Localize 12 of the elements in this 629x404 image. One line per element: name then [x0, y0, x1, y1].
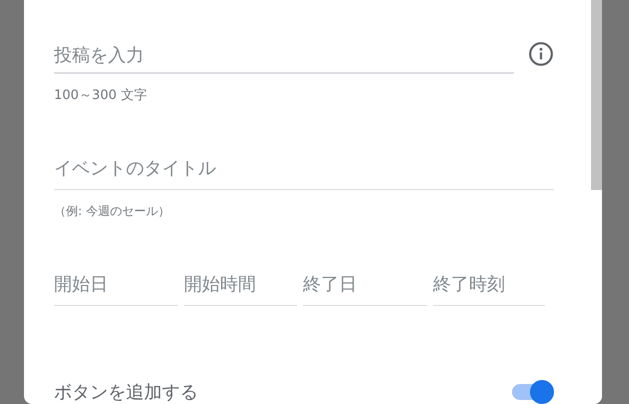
event-title-field[interactable]: イベントのタイトル: [54, 154, 554, 190]
date-time-field[interactable]: 終了時刻: [433, 270, 545, 306]
character-count-hint: 100～300 文字: [54, 87, 148, 104]
date-time-field[interactable]: 終了日: [303, 270, 427, 306]
scrollbar-thumb[interactable]: [591, 0, 602, 190]
date-time-field[interactable]: 開始日: [54, 270, 178, 306]
info-icon[interactable]: [528, 41, 554, 67]
example-hint: （例: 今週のセール）: [54, 203, 171, 220]
post-input-field[interactable]: 投稿を入力: [54, 44, 514, 74]
toggle-label: ボタンを追加する: [54, 381, 198, 404]
date-time-field[interactable]: 開始時間: [184, 270, 297, 306]
scrollbar[interactable]: [591, 0, 602, 404]
